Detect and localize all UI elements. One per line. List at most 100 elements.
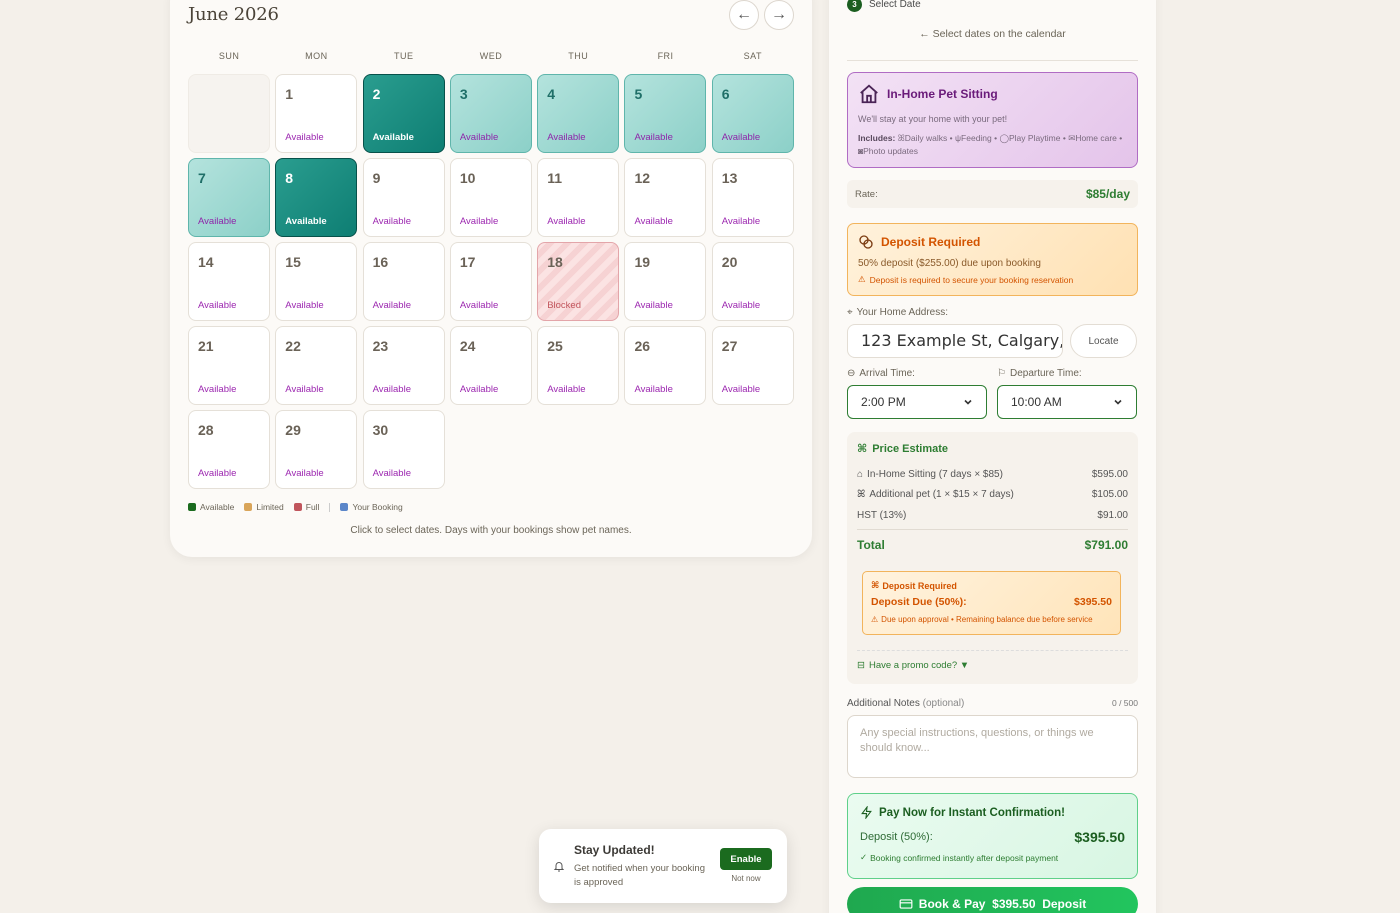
calendar-day-cell[interactable]: 25 Available	[537, 326, 620, 405]
day-number: 11	[547, 170, 562, 186]
day-number: 7	[198, 170, 206, 186]
day-status: Available	[372, 468, 411, 479]
calendar-day-cell[interactable]: 13 Available	[711, 158, 794, 237]
calendar-day-cell[interactable]: 4 Available	[537, 74, 620, 153]
legend-item-full: Full	[293, 502, 319, 512]
day-status: Available	[547, 384, 586, 395]
calendar-day-cell[interactable]: 3 Available	[449, 74, 532, 153]
warning-icon: ⚠	[871, 615, 879, 624]
calendar-day-cell[interactable]: 30 Available	[362, 410, 445, 489]
calendar-day-cell[interactable]: 15 Available	[275, 242, 358, 321]
address-input[interactable]: 123 Example St, Calgary, AB	[847, 324, 1063, 358]
calendar-day-cell[interactable]: 23 Available	[362, 326, 445, 405]
calendar-day-cell[interactable]: 27 Available	[711, 326, 794, 405]
legend-swatch	[244, 503, 253, 511]
locate-button[interactable]: Locate	[1070, 324, 1137, 358]
calendar-day-cell[interactable]: 14 Available	[188, 242, 270, 321]
chevron-down-icon	[963, 397, 973, 407]
deposit-line: 50% deposit ($255.00) due upon booking	[858, 258, 1041, 269]
day-number: 27	[721, 338, 738, 354]
arrival-time-select[interactable]: 2:00 PM	[847, 385, 987, 419]
notes-textarea[interactable]: Any special instructions, questions, or …	[847, 715, 1138, 778]
tag-icon: ⌘	[857, 443, 868, 455]
warning-icon: ⚠	[858, 274, 866, 284]
book-and-pay-button[interactable]: Book & Pay $395.50 Deposit	[847, 887, 1138, 913]
calendar-day-cell[interactable]: 18 Blocked	[537, 242, 620, 321]
promo-code-toggle[interactable]: ⊟ Have a promo code? ▼	[857, 660, 969, 671]
map-pin-icon: ⌖	[847, 307, 853, 318]
total-value: $791.00	[1084, 538, 1128, 552]
day-status: Available	[372, 216, 411, 227]
calendar-day-cell[interactable]: 2 Available	[362, 74, 445, 153]
price-row: HST (13%) $91.00	[857, 510, 1128, 521]
price-row-value: $91.00	[1097, 510, 1128, 521]
calendar-day-cell[interactable]: 8 Available	[275, 158, 358, 237]
legend-label: Limited	[256, 502, 284, 512]
day-status: Available	[372, 132, 414, 143]
deposit-required-card: Deposit Required 50% deposit ($255.00) d…	[847, 223, 1138, 296]
include-item: Play Playtime	[1008, 133, 1061, 143]
service-name: In-Home Pet Sitting	[887, 87, 998, 101]
day-number: 13	[721, 170, 738, 186]
calendar-day-cell[interactable]: 20 Available	[711, 242, 794, 321]
calendar-day-cell[interactable]: 28 Available	[188, 410, 270, 489]
address-label-text: Your Home Address:	[856, 307, 948, 318]
day-number: 26	[634, 338, 651, 354]
calendar-day-cell[interactable]: 9 Available	[362, 158, 445, 237]
calendar-day-cell[interactable]: 7 Available	[188, 158, 270, 237]
rate-value: $85/day	[1085, 187, 1130, 201]
calendar-day-cell[interactable]: 10 Available	[449, 158, 532, 237]
price-estimate-title: ⌘ Price Estimate	[857, 442, 1128, 456]
house-icon	[858, 83, 880, 105]
notification-toast: Stay Updated! Get notified when your boo…	[539, 829, 787, 903]
day-status: Available	[721, 132, 761, 143]
enable-notifications-button[interactable]: Enable	[720, 848, 772, 870]
tag-icon: ⌘	[871, 580, 880, 590]
departure-time-select[interactable]: 10:00 AM	[997, 385, 1137, 419]
calendar-day-cell[interactable]: 1 Available	[275, 74, 358, 153]
calendar-day-cell[interactable]: 12 Available	[624, 158, 707, 237]
departure-time-value: 10:00 AM	[1011, 395, 1062, 409]
day-status: Available	[198, 300, 237, 311]
calendar-day-cell[interactable]: 17 Available	[449, 242, 532, 321]
calendar-day-cell[interactable]: 26 Available	[624, 326, 707, 405]
calendar-card: June 2026 ← → SUN MON TUE WED THU FRI SA…	[170, 0, 812, 557]
calendar-day-cell[interactable]: 21 Available	[188, 326, 270, 405]
prev-month-button[interactable]: ←	[729, 0, 759, 30]
day-status: Available	[547, 132, 586, 143]
calendar-day-cell[interactable]: 16 Available	[362, 242, 445, 321]
calendar-day-cell[interactable]: 22 Available	[275, 326, 358, 405]
day-number: 6	[721, 86, 730, 102]
day-status: Available	[547, 216, 586, 227]
calendar-day-cell[interactable]: 6 Available	[711, 74, 794, 153]
price-estimate-card: ⌘ Price Estimate ⌂ In-Home Sitting (7 day…	[847, 432, 1138, 684]
calendar-day-cell[interactable]: 5 Available	[624, 74, 707, 153]
day-status: Available	[634, 300, 673, 311]
deposit-due-note: Due upon approval • Remaining balance du…	[881, 615, 1093, 624]
calendar-day-cell[interactable]: 11 Available	[537, 158, 620, 237]
toast-message: Get notified when your booking is approv…	[574, 863, 705, 888]
rate-row: Rate: $85/day	[847, 180, 1138, 208]
arrow-right-icon: →	[771, 6, 787, 23]
paw-icon: ꕤ	[857, 489, 866, 500]
arrow-left-icon: ←	[919, 28, 930, 40]
day-number: 18	[547, 254, 563, 270]
calendar-day-cell[interactable]: 19 Available	[624, 242, 707, 321]
day-status: Available	[721, 384, 761, 395]
next-month-button[interactable]: →	[764, 0, 794, 30]
day-number: 8	[285, 170, 294, 186]
day-status: Available	[634, 216, 673, 227]
not-now-button[interactable]: Not now	[720, 874, 772, 883]
day-number: 21	[198, 338, 214, 354]
day-number: 15	[285, 254, 301, 270]
legend-divider	[329, 502, 331, 512]
car-icon: ⊖	[847, 368, 856, 379]
calendar-day-cell[interactable]: 24 Available	[449, 326, 532, 405]
day-status: Available	[285, 468, 324, 479]
day-number: 16	[372, 254, 389, 270]
calendar-day-cell[interactable]: 29 Available	[275, 410, 358, 489]
day-status: Available	[634, 132, 673, 143]
book-and-pay-label: Book & Pay $395.50 Deposit	[918, 897, 1087, 911]
weekday-label: MON	[305, 51, 328, 61]
toast-title: Stay Updated!	[574, 843, 655, 857]
